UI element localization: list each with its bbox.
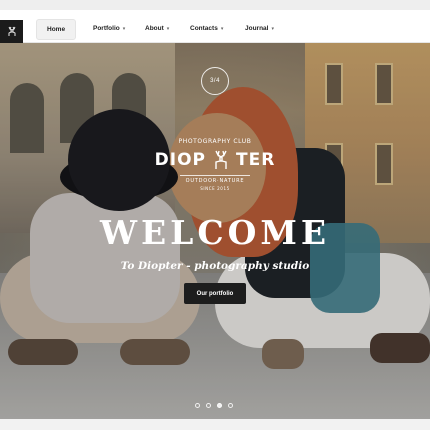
brand-club-text: PHOTOGRAPHY CLUB	[178, 138, 252, 145]
slider-dot[interactable]	[206, 403, 211, 408]
our-portfolio-button[interactable]: Our portfolio	[184, 283, 246, 304]
slider-dot[interactable]	[217, 403, 222, 408]
nav-home[interactable]: Home	[36, 19, 77, 40]
brand-word-left: DIOP	[154, 150, 207, 170]
chevron-down-icon: ▾	[122, 26, 126, 32]
chevron-down-icon: ▾	[271, 26, 274, 32]
brand-divider	[180, 175, 250, 176]
hero-slider: 3/4 PHOTOGRAPHY CLUB DIOP TER OUTDOOR·NA…	[0, 43, 430, 419]
slider-pagination	[195, 403, 233, 408]
nav-home-label: Home	[47, 26, 66, 33]
brand-subtitle: OUTDOOR·NATURE	[185, 178, 245, 184]
slide-counter: 3/4	[201, 67, 229, 95]
nav-journal-label: Journal	[245, 25, 269, 32]
chevron-down-icon: ▾	[166, 26, 170, 32]
deer-icon	[215, 150, 227, 169]
hero-headline: WELCOME	[99, 213, 331, 252]
nav-about[interactable]: About ▾	[135, 19, 179, 38]
nav-portfolio-label: Portfolio	[93, 25, 120, 32]
slider-dot[interactable]	[228, 403, 233, 408]
navigation-bar: Home Portfolio ▾ About ▾ Contacts ▾ Journal…	[0, 10, 430, 43]
bottom-strip	[0, 419, 430, 430]
hero-tagline: To Diopter - photography studio	[120, 260, 310, 272]
brand-since: SINCE 2015	[200, 186, 230, 191]
brand-logo: PHOTOGRAPHY CLUB DIOP TER OUTDOOR·NATURE…	[0, 138, 430, 191]
nav-contacts-label: Contacts	[190, 25, 218, 32]
nav-journal[interactable]: Journal ▾	[235, 19, 284, 38]
brand-word-right: TER	[236, 150, 276, 170]
nav-about-label: About	[145, 25, 164, 32]
deer-icon	[8, 26, 15, 36]
nav-portfolio[interactable]: Portfolio ▾	[83, 19, 135, 38]
nav-contacts[interactable]: Contacts ▾	[180, 19, 233, 38]
chevron-down-icon: ▾	[220, 26, 224, 32]
brand-wordmark: DIOP TER	[0, 149, 430, 171]
logo[interactable]	[0, 20, 23, 43]
top-strip	[0, 0, 430, 10]
slider-dot[interactable]	[195, 403, 200, 408]
